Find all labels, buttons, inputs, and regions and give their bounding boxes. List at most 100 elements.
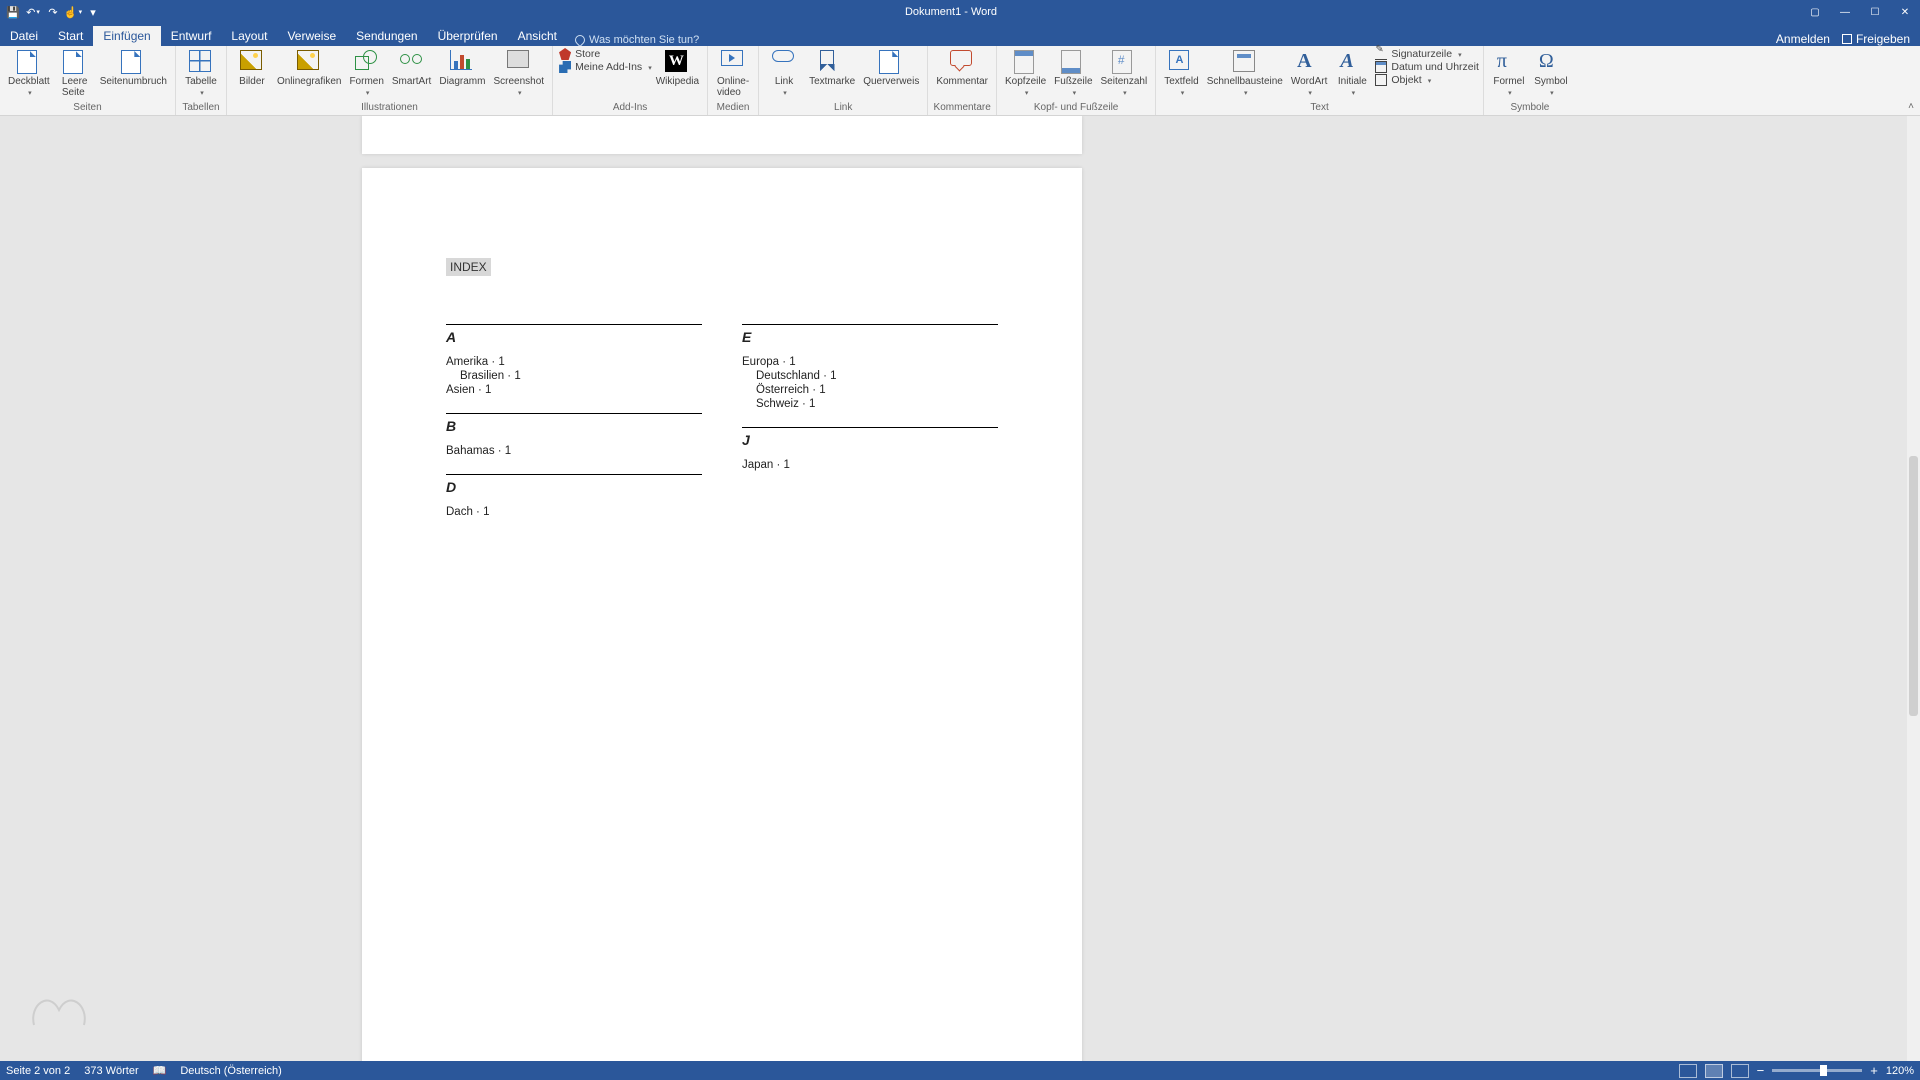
share-icon <box>1842 34 1852 44</box>
store-icon <box>559 48 571 60</box>
status-page[interactable]: Seite 2 von 2 <box>6 1065 70 1077</box>
index-letter-block: JJapan · 1 <box>742 427 998 472</box>
qat-customize-icon[interactable]: ▾ <box>84 3 102 21</box>
bilder-button[interactable]: Bilder <box>231 48 273 89</box>
sign-in-link[interactable]: Anmelden <box>1776 32 1830 46</box>
index-heading[interactable]: INDEX <box>446 258 491 276</box>
index-entry[interactable]: Europa · 1 <box>742 355 998 369</box>
wikipedia-button[interactable]: WWikipedia <box>652 48 703 89</box>
zoom-out-button[interactable]: − <box>1757 1064 1765 1077</box>
group-kopf-fusszeile: Kopfzeile Fußzeile Seitenzahl Kopf- und … <box>997 46 1156 115</box>
textfeld-button[interactable]: ATextfeld <box>1160 48 1202 100</box>
textmarke-label: Textmarke <box>809 76 855 87</box>
close-icon[interactable]: ✕ <box>1890 0 1920 24</box>
group-medien: Online- video Medien <box>708 46 759 115</box>
status-bar: Seite 2 von 2 373 Wörter 📖 Deutsch (Öste… <box>0 1061 1920 1080</box>
index-column-right: E Europa · 1Deutschland · 1Österreich · 1… <box>742 324 998 535</box>
kopfzeile-button[interactable]: Kopfzeile <box>1001 48 1050 100</box>
vertical-scrollbar[interactable] <box>1907 116 1920 1061</box>
tab-verweise[interactable]: Verweise <box>277 26 346 46</box>
index-entry[interactable]: Brasilien · 1 <box>446 369 702 383</box>
redo-icon[interactable]: ↷ <box>44 3 62 21</box>
previous-page-tail[interactable] <box>362 116 1082 154</box>
index-letter: B <box>446 418 702 434</box>
share-button[interactable]: Freigeben <box>1842 32 1910 46</box>
tab-ansicht[interactable]: Ansicht <box>508 26 567 46</box>
querverweis-label: Querverweis <box>863 76 919 87</box>
tab-datei[interactable]: Datei <box>0 26 48 46</box>
seitenzahl-button[interactable]: Seitenzahl <box>1097 48 1152 100</box>
index-entry[interactable]: Japan · 1 <box>742 458 998 472</box>
tabelle-label: Tabelle <box>185 76 217 87</box>
leere-seite-button[interactable]: Leere Seite <box>54 48 96 100</box>
tab-start[interactable]: Start <box>48 26 93 46</box>
initiale-button[interactable]: AInitiale <box>1331 48 1373 100</box>
wordart-button[interactable]: AWordArt <box>1287 48 1332 100</box>
print-layout-icon[interactable] <box>1705 1064 1723 1078</box>
formel-button[interactable]: πFormel <box>1488 48 1530 100</box>
onlinevideo-button[interactable]: Online- video <box>712 48 754 100</box>
tab-ueberpruefen[interactable]: Überprüfen <box>428 26 508 46</box>
signaturzeile-label: Signaturzeile <box>1391 48 1452 60</box>
status-words[interactable]: 373 Wörter <box>84 1065 138 1077</box>
datum-uhrzeit-button[interactable]: Datum und Uhrzeit <box>1375 61 1479 73</box>
tell-me-search[interactable]: Was möchten Sie tun? <box>567 34 707 46</box>
index-entry[interactable]: Schweiz · 1 <box>742 397 998 411</box>
querverweis-button[interactable]: Querverweis <box>859 48 923 89</box>
objekt-button[interactable]: Objekt <box>1375 74 1479 86</box>
save-icon[interactable]: 💾 <box>4 3 22 21</box>
screenshot-button[interactable]: Screenshot <box>489 48 548 100</box>
web-layout-icon[interactable] <box>1731 1064 1749 1078</box>
kommentar-button[interactable]: Kommentar <box>932 48 992 89</box>
maximize-icon[interactable]: ☐ <box>1860 0 1890 24</box>
read-mode-icon[interactable] <box>1679 1064 1697 1078</box>
seitenumbruch-button[interactable]: Seitenumbruch <box>96 48 171 89</box>
symbol-button[interactable]: ΩSymbol <box>1530 48 1572 100</box>
store-button[interactable]: Store <box>559 48 652 60</box>
diagramm-button[interactable]: Diagramm <box>435 48 489 89</box>
index-entry[interactable]: Deutschland · 1 <box>742 369 998 383</box>
smartart-button[interactable]: SmartArt <box>388 48 435 89</box>
tab-entwurf[interactable]: Entwurf <box>161 26 222 46</box>
meine-addins-button[interactable]: Meine Add-Ins <box>559 61 652 73</box>
index-entry[interactable]: Bahamas · 1 <box>446 444 702 458</box>
collapse-ribbon-icon[interactable]: ˄ <box>1908 101 1914 112</box>
page[interactable]: INDEX AAmerika · 1Brasilien · 1Asien · 1… <box>362 168 1082 1061</box>
zoom-in-button[interactable]: + <box>1870 1064 1878 1077</box>
zoom-slider[interactable] <box>1772 1069 1862 1072</box>
tab-sendungen[interactable]: Sendungen <box>346 26 427 46</box>
group-medien-label: Medien <box>712 100 754 115</box>
deckblatt-button[interactable]: Deckblatt <box>4 48 54 100</box>
status-proofing-icon[interactable]: 📖 <box>153 1064 167 1077</box>
ribbon-display-options-icon[interactable]: ▢ <box>1800 0 1830 24</box>
index-letter-block: DDach · 1 <box>446 474 702 519</box>
tabelle-button[interactable]: Tabelle <box>180 48 222 100</box>
signaturzeile-button[interactable]: Signaturzeile <box>1375 48 1479 60</box>
index-entry[interactable]: Asien · 1 <box>446 383 702 397</box>
minimize-icon[interactable]: — <box>1830 0 1860 24</box>
touch-mode-icon[interactable]: ☝ <box>64 3 82 21</box>
link-button[interactable]: Link <box>763 48 805 100</box>
zoom-level[interactable]: 120% <box>1886 1065 1914 1077</box>
group-illustrationen: Bilder Onlinegrafiken Formen SmartArt Di… <box>227 46 553 115</box>
tab-einfuegen[interactable]: Einfügen <box>93 26 160 46</box>
index-entry[interactable]: Dach · 1 <box>446 505 702 519</box>
group-addins: Store Meine Add-Ins WWikipedia Add-Ins <box>553 46 708 115</box>
onlinegrafiken-button[interactable]: Onlinegrafiken <box>273 48 345 89</box>
initiale-label: Initiale <box>1338 76 1367 87</box>
wikipedia-icon: W <box>665 50 687 72</box>
status-language[interactable]: Deutsch (Österreich) <box>180 1065 281 1077</box>
quick-access-toolbar: 💾 ↶ ↷ ☝ ▾ <box>0 3 102 21</box>
tab-layout[interactable]: Layout <box>221 26 277 46</box>
textmarke-button[interactable]: Textmarke <box>805 48 859 89</box>
schnellbausteine-button[interactable]: Schnellbausteine <box>1203 48 1287 100</box>
scrollbar-thumb[interactable] <box>1909 456 1918 716</box>
index-letter: E <box>742 329 998 345</box>
undo-icon[interactable]: ↶ <box>24 3 42 21</box>
formen-button[interactable]: Formen <box>345 48 387 100</box>
index-entry[interactable]: Österreich · 1 <box>742 383 998 397</box>
fusszeile-button[interactable]: Fußzeile <box>1050 48 1096 100</box>
share-label: Freigeben <box>1856 32 1910 46</box>
index-entry[interactable]: Amerika · 1 <box>446 355 702 369</box>
zoom-slider-knob[interactable] <box>1820 1065 1827 1076</box>
